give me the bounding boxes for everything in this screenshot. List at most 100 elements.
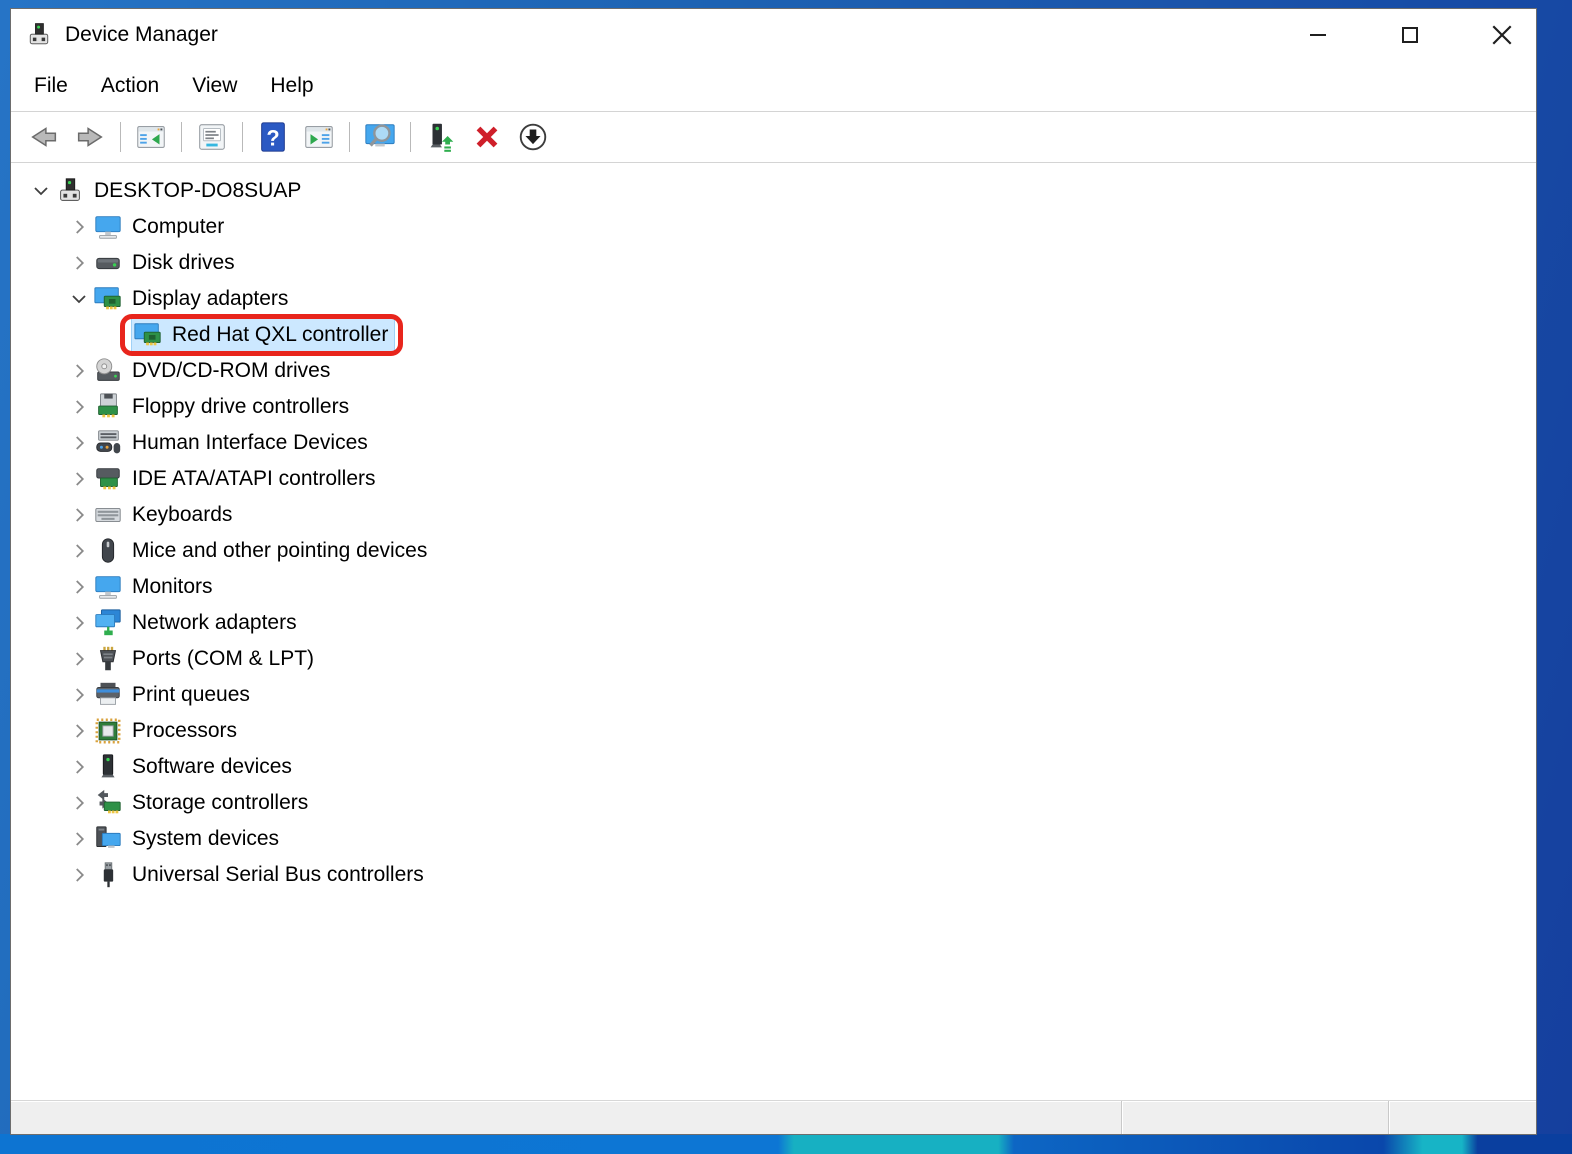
tree-item-label: Disk drives	[132, 251, 235, 274]
floppy-controller-icon	[93, 392, 123, 422]
status-bar	[11, 1100, 1536, 1134]
minimize-icon	[1310, 34, 1326, 36]
window-title: Device Manager	[65, 23, 218, 46]
monitors-icon	[93, 572, 123, 602]
tree-item-universal-serial-bus-controllers[interactable]: Universal Serial Bus controllers	[11, 857, 1536, 893]
update-driver-button[interactable]	[418, 116, 464, 158]
disable-device-button[interactable]	[510, 116, 556, 158]
tree-item-system-devices[interactable]: System devices	[11, 821, 1536, 857]
desktop-bottom-strip	[0, 1134, 1572, 1154]
tree-item-label: DVD/CD-ROM drives	[132, 359, 331, 382]
tree-item-network-adapters[interactable]: Network adapters	[11, 605, 1536, 641]
show-console-tree-icon	[134, 120, 168, 154]
back-button[interactable]	[21, 116, 67, 158]
update-driver-icon	[424, 120, 458, 154]
chevron-right-icon[interactable]	[67, 683, 91, 707]
usb-icon	[93, 860, 123, 890]
display-adapter-icon	[93, 284, 123, 314]
back-icon	[27, 120, 61, 154]
tree-item-disk-drives[interactable]: Disk drives	[11, 245, 1536, 281]
chevron-right-icon[interactable]	[67, 791, 91, 815]
tree-item-ports-com-lpt[interactable]: Ports (COM & LPT)	[11, 641, 1536, 677]
tree-item-label: Human Interface Devices	[132, 431, 368, 454]
show-console-tree-button[interactable]	[128, 116, 174, 158]
help-icon	[256, 120, 290, 154]
tree-item-storage-controllers[interactable]: Storage controllers	[11, 785, 1536, 821]
menu-help[interactable]: Help	[270, 74, 313, 98]
tree-item-processors[interactable]: Processors	[11, 713, 1536, 749]
maximize-button[interactable]	[1398, 23, 1422, 47]
tree-item-mice-and-other-pointing-devices[interactable]: Mice and other pointing devices	[11, 533, 1536, 569]
chevron-down-icon[interactable]	[67, 287, 91, 311]
tree-item-label: Display adapters	[132, 287, 289, 310]
help-button[interactable]	[250, 116, 296, 158]
software-device-icon	[93, 752, 123, 782]
tree-item-dvd-cd-rom-drives[interactable]: DVD/CD-ROM drives	[11, 353, 1536, 389]
chevron-right-icon[interactable]	[67, 647, 91, 671]
chevron-right-icon[interactable]	[67, 719, 91, 743]
chevron-right-icon[interactable]	[67, 395, 91, 419]
show-action-pane-button[interactable]	[296, 116, 342, 158]
disk-drive-icon	[93, 248, 123, 278]
scan-hardware-changes-button[interactable]	[357, 116, 403, 158]
system-device-icon	[93, 824, 123, 854]
uninstall-device-button[interactable]	[464, 116, 510, 158]
desktop-background: Device Manager File Action View Help DES…	[0, 0, 1572, 1154]
hid-icon	[93, 428, 123, 458]
tree-item-label: Storage controllers	[132, 791, 309, 814]
chevron-right-icon[interactable]	[67, 755, 91, 779]
forward-icon	[73, 120, 107, 154]
mouse-icon	[93, 536, 123, 566]
tree-item-print-queues[interactable]: Print queues	[11, 677, 1536, 713]
selected-row-highlight: Red Hat QXL controller	[120, 314, 404, 356]
tree-item-red-hat-qxl-controller[interactable]: Red Hat QXL controller	[11, 314, 1536, 356]
display-adapter-icon	[133, 320, 163, 350]
tree-item-human-interface-devices[interactable]: Human Interface Devices	[11, 425, 1536, 461]
tree-item-label: Network adapters	[132, 611, 297, 634]
chevron-right-icon[interactable]	[67, 215, 91, 239]
ports-icon	[93, 644, 123, 674]
tree-item-keyboards[interactable]: Keyboards	[11, 497, 1536, 533]
close-button[interactable]	[1490, 23, 1514, 47]
forward-button[interactable]	[67, 116, 113, 158]
chevron-right-icon[interactable]	[67, 575, 91, 599]
tree-item-display-adapters[interactable]: Display adapters	[11, 281, 1536, 317]
tree-item-label: DESKTOP-DO8SUAP	[94, 179, 302, 202]
tree-item-label: Universal Serial Bus controllers	[132, 863, 424, 886]
processor-icon	[93, 716, 123, 746]
toolbar	[11, 112, 1536, 163]
menu-file[interactable]: File	[34, 74, 68, 98]
tree-item-computer[interactable]: Computer	[11, 209, 1536, 245]
chevron-right-icon[interactable]	[67, 251, 91, 275]
tree-item-software-devices[interactable]: Software devices	[11, 749, 1536, 785]
tree-item-ide-ata-atapi-controllers[interactable]: IDE ATA/ATAPI controllers	[11, 461, 1536, 497]
tree-item-floppy-drive-controllers[interactable]: Floppy drive controllers	[11, 389, 1536, 425]
tree-item-label: Ports (COM & LPT)	[132, 647, 315, 670]
toolbar-separator	[349, 122, 350, 152]
menu-action[interactable]: Action	[101, 74, 159, 98]
keyboard-icon	[93, 500, 123, 530]
printer-icon	[93, 680, 123, 710]
chevron-down-icon[interactable]	[29, 179, 53, 203]
tree-item-monitors[interactable]: Monitors	[11, 569, 1536, 605]
chevron-right-icon[interactable]	[67, 827, 91, 851]
tree-item-label: Keyboards	[132, 503, 233, 526]
chevron-right-icon[interactable]	[67, 863, 91, 887]
chevron-right-icon[interactable]	[67, 539, 91, 563]
chevron-right-icon[interactable]	[67, 467, 91, 491]
tree-item-label: Software devices	[132, 755, 292, 778]
menu-view[interactable]: View	[192, 74, 237, 98]
close-icon	[1492, 25, 1512, 45]
network-adapter-icon	[93, 608, 123, 638]
minimize-button[interactable]	[1306, 23, 1330, 47]
toolbar-separator	[120, 122, 121, 152]
chevron-right-icon[interactable]	[67, 503, 91, 527]
scan-hardware-changes-icon	[363, 120, 397, 154]
chevron-right-icon[interactable]	[67, 431, 91, 455]
chevron-right-icon[interactable]	[67, 359, 91, 383]
properties-button[interactable]	[189, 116, 235, 158]
tree-item-desktop-do8suap[interactable]: DESKTOP-DO8SUAP	[11, 173, 1536, 209]
chevron-right-icon[interactable]	[67, 611, 91, 635]
tree-item-label: Computer	[132, 215, 225, 238]
